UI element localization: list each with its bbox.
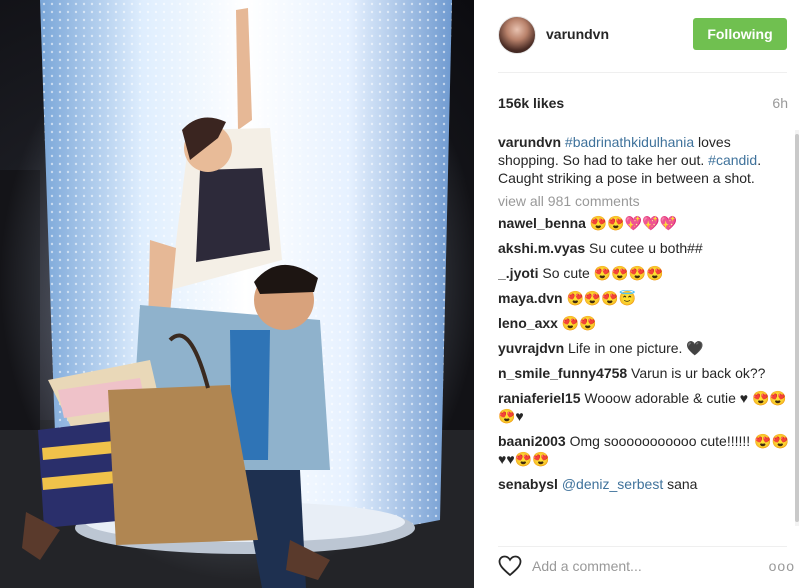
comment-text: So cute 😍😍😍😍 (538, 265, 664, 281)
comment-username[interactable]: akshi.m.vyas (498, 240, 585, 256)
comment-username[interactable]: nawel_benna (498, 215, 586, 231)
comment-username[interactable]: n_smile_funny4758 (498, 365, 627, 381)
comments-scrollbar[interactable] (794, 130, 800, 526)
caption-username[interactable]: varundvn (498, 134, 561, 150)
caption-hashtag[interactable]: #badrinathkidulhania (565, 134, 694, 150)
comment-item: n_smile_funny4758 Varun is ur back ok?? (498, 364, 790, 382)
avatar[interactable] (498, 16, 536, 54)
comment-text: Life in one picture. 🖤 (564, 340, 704, 356)
comment-item: maya.dvn 😍😍😍😇 (498, 289, 790, 307)
comment-text: 😍😍 (557, 315, 597, 331)
comment-username[interactable]: senabysl (498, 476, 558, 492)
comment-item: yuvrajdvn Life in one picture. 🖤 (498, 339, 790, 357)
comment-text: Varun is ur back ok?? (627, 365, 766, 381)
post-caption: varundvn #badrinathkidulhania loves shop… (498, 133, 790, 187)
comment-item: akshi.m.vyas Su cutee u both## (498, 239, 790, 257)
comment-username[interactable]: leno_axx (498, 315, 558, 331)
post-author-username[interactable]: varundvn (546, 26, 609, 42)
comment-list[interactable]: varundvn #badrinathkidulhania loves shop… (498, 133, 790, 533)
comment-username[interactable]: _.jyoti (498, 265, 538, 281)
post-photo (0, 0, 474, 588)
heart-outline-icon[interactable] (498, 555, 522, 577)
comment-item: leno_axx 😍😍 (498, 314, 790, 332)
comment-item: _.jyoti So cute 😍😍😍😍 (498, 264, 790, 282)
comment-username[interactable]: raniaferiel15 (498, 390, 581, 406)
more-options-button[interactable]: ooo (769, 558, 795, 574)
comment-item: senabysl @deniz_serbest sana (498, 475, 790, 493)
caption-hashtag[interactable]: #candid (708, 152, 757, 168)
comment-username[interactable]: baani2003 (498, 433, 566, 449)
following-button[interactable]: Following (693, 18, 787, 50)
comment-footer: ooo (498, 546, 794, 586)
comment-username[interactable]: yuvrajdvn (498, 340, 564, 356)
comment-item: raniaferiel15 Wooow adorable & cutie ♥ 😍… (498, 389, 790, 425)
comment-text: sana (663, 476, 698, 492)
post-header: varundvn Following (474, 0, 800, 72)
comment-text: 😍😍😍😇 (562, 290, 637, 306)
like-count[interactable]: 156k likes (498, 95, 564, 111)
comment-username[interactable]: maya.dvn (498, 290, 563, 306)
comment-item: nawel_benna 😍😍💖💖💖 (498, 214, 790, 232)
photo-illustration (0, 0, 474, 588)
comment-text: Su cutee u both## (585, 240, 703, 256)
post-time[interactable]: 6h (772, 95, 788, 111)
comment-item: baani2003 Omg sooooooooooo cute!!!!!! 😍😍… (498, 432, 790, 468)
view-all-comments-link[interactable]: view all 981 comments (498, 192, 790, 210)
comment-mention[interactable]: @deniz_serbest (562, 476, 663, 492)
header-divider (498, 72, 787, 73)
comment-text: 😍😍💖💖💖 (585, 215, 677, 231)
add-comment-input[interactable] (532, 554, 732, 578)
post-side-panel: varundvn Following 156k likes 6h varundv… (474, 0, 800, 588)
